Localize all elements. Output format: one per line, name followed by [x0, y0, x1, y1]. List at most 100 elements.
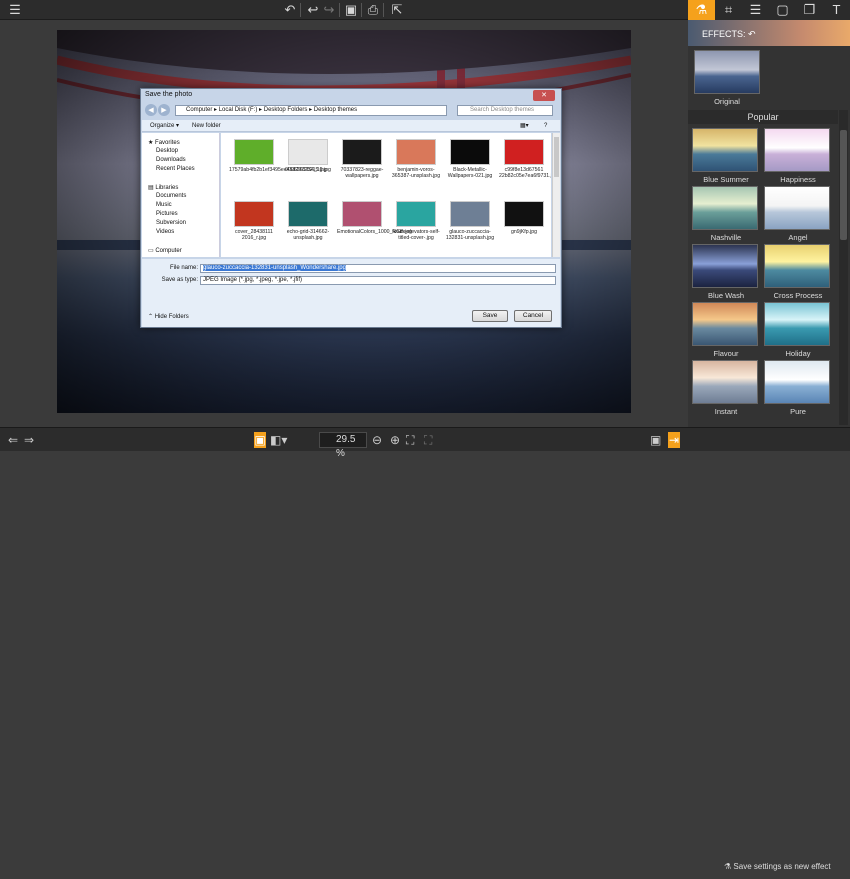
single-view-icon[interactable]: ▣ [254, 432, 266, 448]
breadcrumb-desktop-folders[interactable]: Desktop Folders [264, 107, 308, 113]
redo-icon[interactable]: ↪ [320, 2, 338, 18]
file-item[interactable]: gn9jKfp.jpg [499, 201, 549, 235]
layers-tab-icon[interactable]: ❐ [796, 0, 823, 20]
file-thumbnail [288, 201, 328, 227]
file-thumbnail [288, 139, 328, 165]
reset-effects-icon[interactable]: ↶ [748, 29, 756, 39]
breadcrumb-computer[interactable]: Computer [186, 107, 212, 113]
zoom-in-icon[interactable]: ⊕ [390, 432, 400, 448]
organize-button[interactable]: Organize ▾ [150, 120, 179, 132]
file-item[interactable]: 17579ab4fb2b1ef3495ee45829720215.jpg [229, 139, 327, 173]
popular-section-title: Popular [688, 110, 838, 124]
file-item[interactable]: benjamin-voros-365387-unsplash.jpg [391, 139, 441, 179]
file-name: 17579ab4fb2b1ef3495ee45829720215.jpg [229, 167, 327, 173]
file-item[interactable]: 0006268254_10.jpg [283, 139, 333, 173]
file-name: echo-grid-314662-unsplash.jpg [286, 229, 330, 241]
cancel-button[interactable]: Cancel [514, 310, 552, 322]
frames-tab-icon[interactable]: ▢ [769, 0, 796, 20]
file-item[interactable]: EmotionalColors_1000_RGB.jpg [337, 201, 412, 235]
nav-recent-places[interactable]: Recent Places [156, 166, 195, 172]
share-icon[interactable]: ⇱ [388, 2, 406, 18]
search-input[interactable]: Search Desktop themes [457, 105, 553, 116]
file-thumbnail [504, 139, 544, 165]
forward-icon[interactable]: ▶ [158, 104, 170, 116]
effect-tile[interactable]: Blue Wash [692, 244, 760, 302]
file-thumbnail [450, 139, 490, 165]
file-name: future-elevators-self-titled-cover-.jpg [392, 229, 440, 241]
effect-tile[interactable]: Instant [692, 360, 760, 418]
file-name-field[interactable]: glauco-zuccaccia-132831-unsplash_Wonders… [200, 264, 556, 273]
navigation-pane: ★ Favorites Desktop Downloads Recent Pla… [142, 133, 220, 257]
breadcrumb-local-disk[interactable]: Local Disk (F:) [219, 107, 258, 113]
effect-tile[interactable]: Happiness [764, 128, 832, 186]
file-name: glauco-zuccaccia-132831-unsplash.jpg [445, 229, 495, 241]
effects-tab-icon[interactable]: ⚗ [688, 0, 715, 20]
nav-computer[interactable]: ▭ Computer [148, 247, 182, 254]
favorites-header[interactable]: ★ Favorites [148, 139, 180, 146]
nav-music[interactable]: Music [156, 202, 172, 208]
text-tab-icon[interactable]: T [823, 0, 850, 20]
save-icon[interactable]: ▣ [342, 2, 360, 18]
save-image-icon[interactable]: ▣ [650, 432, 661, 448]
view-icon[interactable]: ▦▾ [520, 120, 529, 132]
print-icon[interactable]: ⎙ [364, 2, 382, 18]
effect-thumbnail [764, 128, 830, 172]
nav-videos[interactable]: Videos [156, 229, 174, 235]
save-type-select[interactable]: JPEG Image (*.jpg, *.jpeg, *.jpe, *.jfif… [200, 276, 556, 285]
file-item[interactable]: Black-Metallic-Wallpapers-021.jpg [445, 139, 495, 179]
back-icon[interactable]: ◀ [145, 104, 157, 116]
crop-tab-icon[interactable]: ⌗ [715, 0, 742, 20]
save-button[interactable]: Save [472, 310, 508, 322]
file-thumbnail [450, 201, 490, 227]
nav-desktop[interactable]: Desktop [156, 148, 178, 154]
zoom-out-icon[interactable]: ⊖ [372, 432, 382, 448]
effect-tile[interactable]: Holiday [764, 302, 832, 360]
nav-downloads[interactable]: Downloads [156, 157, 186, 163]
effect-tile[interactable]: Angel [764, 186, 832, 244]
effect-tile[interactable]: Pure [764, 360, 832, 418]
libraries-header[interactable]: ▤ Libraries [148, 184, 178, 191]
save-settings-icon: ⚗ [724, 862, 734, 871]
back-arrow-icon[interactable]: ⇐ [8, 432, 18, 448]
effect-tile[interactable]: Blue Summer [692, 128, 760, 186]
nav-documents[interactable]: Documents [156, 193, 186, 199]
effect-thumbnail [764, 360, 830, 404]
save-settings-button[interactable]: ⚗ Save settings as new effect [688, 855, 850, 879]
compare-view-icon[interactable]: ◧▾ [270, 432, 287, 448]
menu-icon[interactable]: ☰ [6, 2, 24, 18]
help-icon[interactable]: ? [544, 120, 547, 132]
effect-tile[interactable]: Nashville [692, 186, 760, 244]
breadcrumb-desktop-themes[interactable]: Desktop themes [314, 107, 357, 113]
hide-folders-button[interactable]: ⌃ Hide Folders [148, 313, 189, 320]
file-item[interactable]: glauco-zuccaccia-132831-unsplash.jpg [445, 201, 495, 241]
save-type-label: Save as type: [161, 277, 198, 283]
nav-pictures[interactable]: Pictures [156, 211, 178, 217]
forward-arrow-icon[interactable]: ⇒ [24, 432, 34, 448]
nav-subversion[interactable]: Subversion [156, 220, 186, 226]
effect-thumbnail [764, 186, 830, 230]
undo-icon[interactable]: ↶ [281, 2, 299, 18]
effect-label: Angel [788, 233, 808, 242]
effect-tile[interactable]: Flavour [692, 302, 760, 360]
effect-label: Cross Process [773, 291, 823, 300]
effect-tile[interactable]: Cross Process [764, 244, 832, 302]
file-item[interactable]: echo-grid-314662-unsplash.jpg [283, 201, 333, 241]
file-item[interactable]: cover_28438111 2016_r.jpg [229, 201, 279, 241]
actual-size-icon[interactable]: ⛶ [424, 432, 432, 448]
file-list-scrollbar[interactable] [552, 133, 560, 257]
file-item[interactable]: future-elevators-self-titled-cover-.jpg [391, 201, 441, 241]
address-bar[interactable]: Computer ▸ Local Disk (F:) ▸ Desktop Fol… [175, 105, 447, 116]
effect-label: Nashville [710, 233, 742, 242]
original-thumbnail[interactable]: Original [694, 50, 760, 106]
file-item[interactable]: 70337823-reggae-wallpapers.jpg [337, 139, 387, 179]
adjust-tab-icon[interactable]: ☰ [742, 0, 769, 20]
file-item[interactable]: c99f8e13d67561 22b82c05e7ea6f9731.jpg [499, 139, 551, 179]
zoom-level[interactable]: 29.5 % [319, 432, 367, 459]
close-icon[interactable]: ✕ [533, 90, 555, 101]
effects-panel: ⚗ ⌗ ☰ ▢ ❐ T EFFECTS: ↶ Original Popular … [688, 0, 850, 427]
fit-icon[interactable]: ⛶ [406, 432, 414, 448]
top-toolbar: ☰ ↶ ↩ ↪ ▣ ⎙ ⇱ [0, 0, 688, 20]
new-folder-button[interactable]: New folder [192, 120, 221, 132]
export-icon[interactable]: ⇥ [668, 432, 680, 448]
effects-scrollbar[interactable] [839, 110, 848, 425]
